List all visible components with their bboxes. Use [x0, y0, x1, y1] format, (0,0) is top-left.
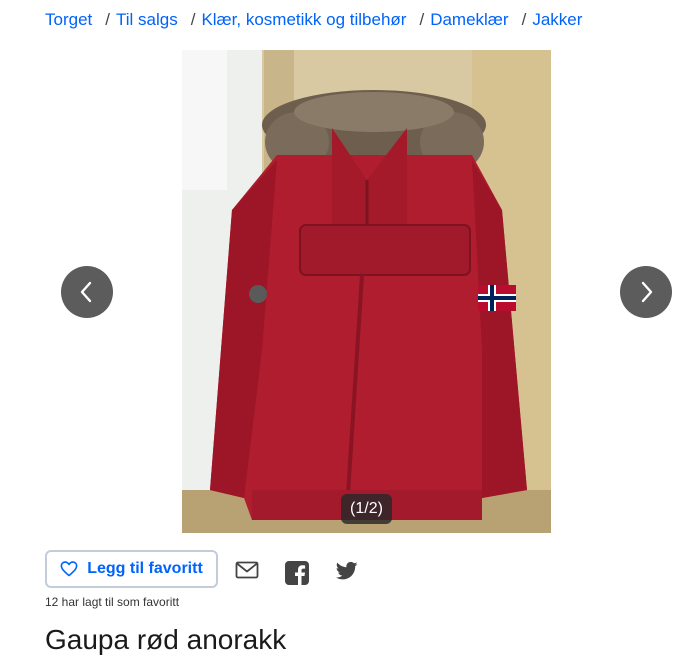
breadcrumb-item-jakker[interactable]: Jakker — [532, 10, 582, 29]
twitter-icon — [335, 561, 358, 580]
breadcrumb: Torget / Til salgs / Klær, kosmetikk og tilb… — [45, 10, 582, 30]
image-counter: (1/2) — [341, 494, 392, 524]
share-email-button[interactable] — [235, 561, 259, 584]
chevron-right-icon — [641, 281, 653, 303]
add-to-favorites-label: Legg til favoritt — [87, 560, 203, 577]
chevron-left-icon — [80, 281, 92, 303]
breadcrumb-separator: / — [105, 10, 110, 29]
breadcrumb-item-dameklaer[interactable]: Dameklær — [430, 10, 508, 29]
breadcrumb-item-torget[interactable]: Torget — [45, 10, 92, 29]
favorite-count-text: 12 har lagt til som favoritt — [45, 595, 180, 609]
breadcrumb-item-klaer[interactable]: Klær, kosmetikk og tilbehør — [201, 10, 406, 29]
breadcrumb-separator: / — [190, 10, 196, 29]
heart-icon — [60, 561, 78, 577]
image-gallery: (1/2) — [0, 50, 700, 533]
listing-photo[interactable] — [182, 50, 551, 533]
breadcrumb-item-til-salgs[interactable]: Til salgs — [116, 10, 178, 29]
breadcrumb-separator: / — [521, 10, 527, 29]
share-twitter-button[interactable] — [335, 561, 358, 586]
add-to-favorites-button[interactable]: Legg til favoritt — [45, 550, 218, 588]
listing-photo-illustration — [182, 50, 551, 533]
share-facebook-button[interactable] — [285, 561, 309, 590]
listing-title: Gaupa rød anorakk — [45, 624, 287, 655]
next-image-button[interactable] — [620, 266, 672, 318]
facebook-icon — [285, 561, 309, 585]
previous-image-button[interactable] — [61, 266, 113, 318]
breadcrumb-separator: / — [419, 10, 425, 29]
mail-icon — [235, 561, 259, 579]
